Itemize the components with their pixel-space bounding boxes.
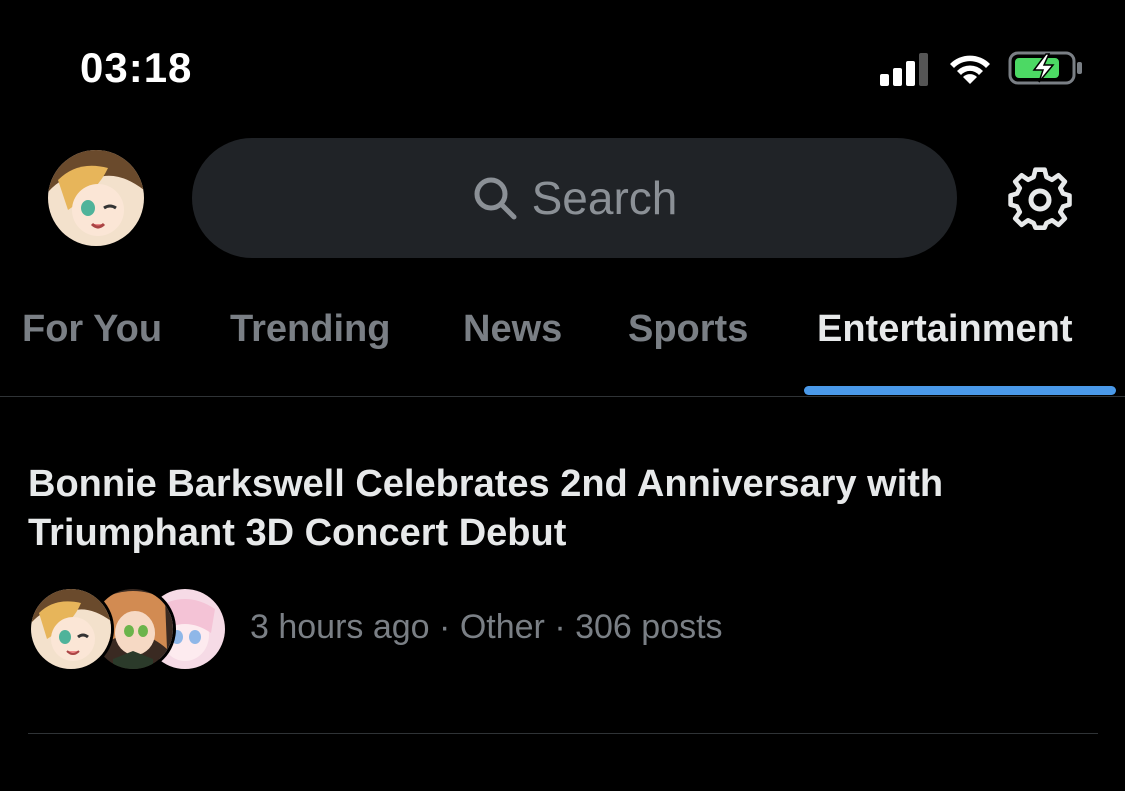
status-bar: 03:18 [0, 0, 1125, 130]
search-icon [474, 177, 517, 220]
search-placeholder: Search [531, 172, 678, 224]
profile-avatar[interactable] [48, 150, 144, 246]
tab-trending[interactable]: Trending [230, 308, 390, 351]
avatar-1 [28, 586, 114, 672]
trend-time: 3 hours ago [250, 608, 430, 646]
meta-separator: · [439, 608, 451, 646]
trend-headline-line-1: Bonnie Barkswell Celebrates 2nd Annivers… [28, 463, 944, 505]
trend-meta: 3 hours ago · Other · 306 posts [250, 608, 723, 647]
tab-for-you[interactable]: For You [22, 308, 162, 351]
active-tab-indicator [804, 386, 1116, 395]
trend-headline[interactable]: Bonnie Barkswell Celebrates 2nd Annivers… [28, 460, 1088, 558]
signal-icon [880, 52, 936, 86]
status-time: 03:18 [80, 44, 193, 91]
trend-avatars [28, 586, 228, 672]
tabs-divider [0, 396, 1125, 397]
trend-post-count: 306 posts [575, 608, 723, 646]
item-divider [28, 733, 1098, 734]
search-input[interactable]: Search [192, 138, 957, 258]
tab-news[interactable]: News [463, 308, 562, 351]
tab-entertainment[interactable]: Entertainment [817, 308, 1072, 351]
trend-category: Other [459, 608, 545, 646]
meta-separator: · [554, 608, 566, 646]
trend-headline-line-2: Triumphant 3D Concert Debut [28, 512, 567, 554]
battery-charging-icon [1008, 51, 1082, 85]
category-tabs: For You Trending News Sports Entertainme… [0, 290, 1125, 396]
gear-icon[interactable] [1006, 166, 1074, 234]
tab-sports[interactable]: Sports [628, 308, 748, 351]
wifi-icon [950, 55, 990, 84]
